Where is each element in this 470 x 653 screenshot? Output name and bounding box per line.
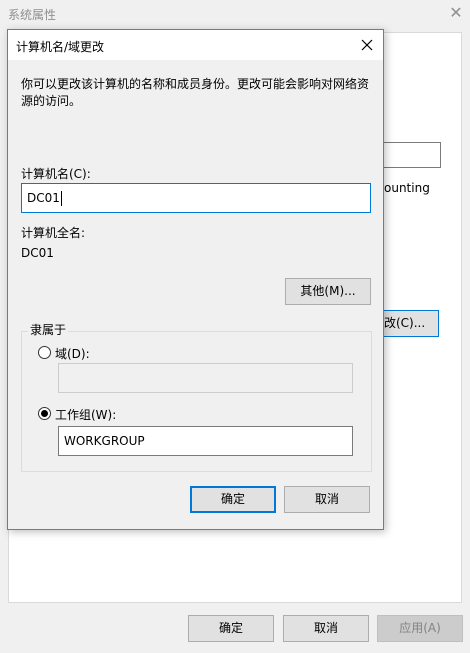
computer-name-label: 计算机名(C): xyxy=(21,167,91,181)
computer-name-input[interactable]: DC01 xyxy=(21,183,371,213)
background-apply-button[interactable]: 应用(A) xyxy=(377,615,463,642)
close-icon[interactable] xyxy=(356,34,378,56)
background-description-input[interactable] xyxy=(380,142,441,168)
background-close-icon[interactable]: ✕ xyxy=(446,2,466,24)
background-cancel-button[interactable]: 取消 xyxy=(283,615,369,642)
dialog-description: 你可以更改该计算机的名称和成员身份。更改可能会影响对网络资源的访问。 xyxy=(21,77,370,108)
dialog-title: 计算机名/域更改 xyxy=(16,40,105,54)
more-button[interactable]: 其他(M)... xyxy=(285,278,371,305)
workgroup-input[interactable]: WORKGROUP xyxy=(58,426,353,456)
dialog-titlebar: 计算机名/域更改 xyxy=(8,30,383,60)
full-name-label: 计算机全名: xyxy=(21,226,86,240)
system-properties-title: 系统属性 xyxy=(8,8,57,22)
member-of-legend: 隶属于 xyxy=(28,321,69,338)
cancel-button[interactable]: 取消 xyxy=(284,486,370,513)
workgroup-radio[interactable] xyxy=(38,407,51,420)
background-change-button[interactable]: 改(C)... xyxy=(378,310,439,337)
background-partial-text: ounting xyxy=(384,181,430,195)
domain-radio-label[interactable]: 域(D): xyxy=(55,345,90,362)
text-caret xyxy=(60,191,62,206)
computer-name-value: DC01 xyxy=(27,191,60,205)
workgroup-radio-label[interactable]: 工作组(W): xyxy=(55,406,116,423)
ok-button[interactable]: 确定 xyxy=(190,486,276,513)
background-ok-button[interactable]: 确定 xyxy=(188,615,274,642)
domain-radio[interactable] xyxy=(38,346,51,359)
domain-input[interactable] xyxy=(58,363,353,393)
full-name-value: DC01 xyxy=(21,246,54,260)
computer-name-domain-dialog: 计算机名/域更改 你可以更改该计算机的名称和成员身份。更改可能会影响对网络资源的… xyxy=(7,29,384,530)
